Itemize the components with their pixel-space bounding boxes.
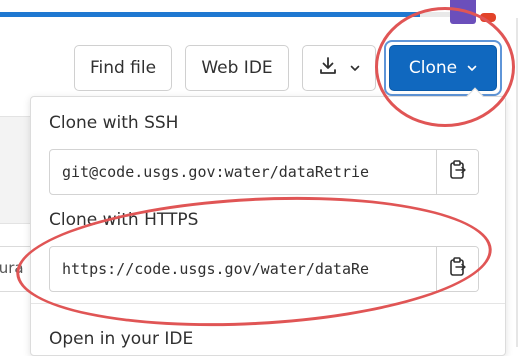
clone-ssh-field: git@code.usgs.gov:water/dataRetrie <box>49 149 479 195</box>
clone-https-title: Clone with HTTPS <box>49 210 199 230</box>
background-input-text: igura <box>0 259 24 277</box>
clipboard-icon <box>449 257 467 281</box>
chevron-down-icon <box>350 58 360 78</box>
web-ide-button[interactable]: Web IDE <box>185 45 289 91</box>
avatar[interactable] <box>450 0 476 24</box>
copy-ssh-button[interactable] <box>436 150 478 194</box>
top-bar-track <box>420 12 450 17</box>
find-file-button[interactable]: Find file <box>74 45 172 91</box>
chevron-down-icon <box>467 58 477 78</box>
clone-dropdown-menu: Clone with SSH git@code.usgs.gov:water/d… <box>30 87 506 356</box>
download-dropdown-button[interactable] <box>302 45 376 91</box>
clipboard-icon <box>449 160 467 184</box>
clone-ssh-url[interactable]: git@code.usgs.gov:water/dataRetrie <box>50 150 436 194</box>
find-file-label: Find file <box>89 58 157 78</box>
notification-badge[interactable] <box>480 13 496 22</box>
web-ide-label: Web IDE <box>201 58 273 78</box>
clone-ssh-title: Clone with SSH <box>49 113 179 133</box>
clone-https-field: https://code.usgs.gov/water/dataRe <box>49 246 479 292</box>
clone-https-url[interactable]: https://code.usgs.gov/water/dataRe <box>50 247 436 291</box>
clone-label: Clone <box>408 58 458 78</box>
clone-button[interactable]: Clone <box>389 45 497 91</box>
open-in-ide-title[interactable]: Open in your IDE <box>49 329 193 349</box>
dropdown-divider <box>31 303 505 304</box>
page-edge <box>516 18 518 347</box>
top-progress-bar <box>0 12 420 17</box>
download-icon <box>318 56 338 81</box>
copy-https-button[interactable] <box>436 247 478 291</box>
